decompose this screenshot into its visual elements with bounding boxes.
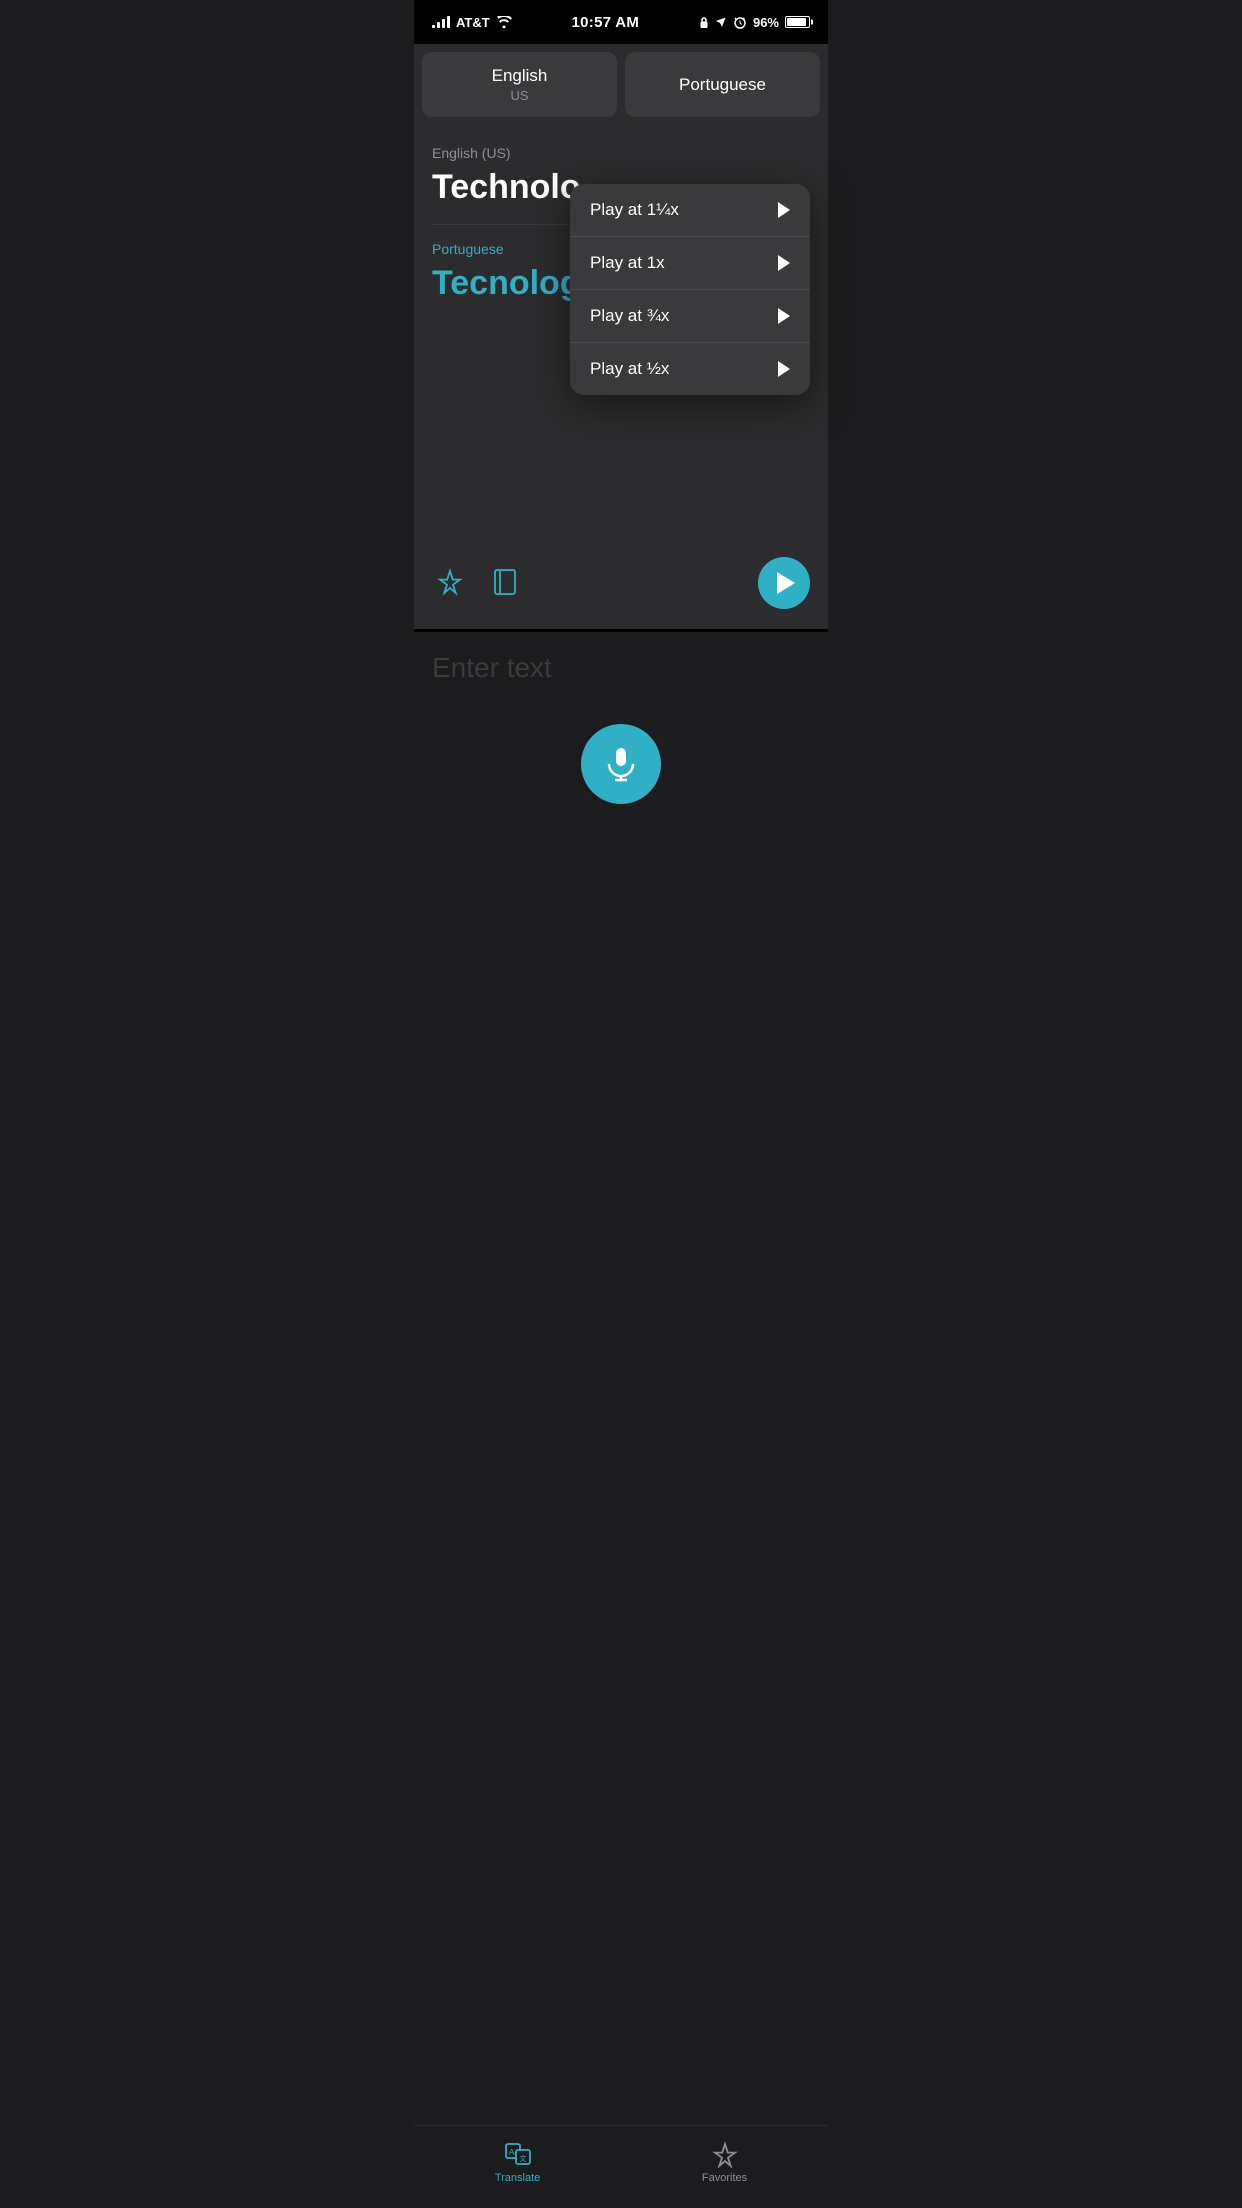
wifi-icon (496, 16, 512, 28)
book-icon (492, 568, 518, 596)
translate-nav-icon: A 文 (504, 2140, 532, 2168)
target-lang-name: Portuguese (635, 75, 810, 95)
enter-text-placeholder[interactable]: Enter text (432, 652, 810, 684)
bottom-nav: A 文 Translate Favorites (414, 2125, 828, 2208)
target-language-button[interactable]: Portuguese (625, 52, 820, 117)
speed-menu-item-1x25[interactable]: Play at 1¼x (570, 184, 810, 237)
favorites-nav-icon (711, 2140, 739, 2168)
speed-label-0x5: Play at ½x (590, 359, 669, 379)
translation-area: English (US) Technolo Portuguese Tecnolo… (414, 125, 828, 629)
nav-translate[interactable]: A 文 Translate (475, 2136, 560, 2188)
favorite-button[interactable] (432, 564, 468, 603)
battery-icon (785, 16, 810, 28)
source-language-label: English (US) (432, 145, 810, 161)
play-icon-0x75 (778, 308, 790, 324)
location-icon (715, 16, 727, 28)
status-bar: AT&T 10:57 AM 96% (414, 0, 828, 44)
play-icon-1x25 (778, 202, 790, 218)
status-left: AT&T (432, 15, 512, 30)
svg-text:A: A (509, 2148, 515, 2157)
nav-favorites[interactable]: Favorites (682, 2136, 767, 2188)
speed-menu-item-0x75[interactable]: Play at ¾x (570, 290, 810, 343)
source-lang-region: US (432, 88, 607, 103)
action-bar (414, 545, 828, 629)
signal-icon (432, 16, 450, 28)
svg-text:文: 文 (519, 2154, 526, 2163)
flashcard-button[interactable] (488, 564, 522, 603)
star-icon (436, 568, 464, 596)
source-lang-name: English (432, 66, 607, 86)
status-time: 10:57 AM (571, 14, 639, 31)
input-area[interactable]: Enter text (414, 629, 828, 829)
play-icon-1x (778, 255, 790, 271)
translation-wrapper: English (US) Technolo Portuguese Tecnolo… (414, 125, 828, 629)
translation-card: English (US) Technolo Portuguese Tecnolo… (414, 125, 828, 545)
carrier-label: AT&T (456, 15, 490, 30)
speed-menu-item-1x[interactable]: Play at 1x (570, 237, 810, 290)
source-language-button[interactable]: English US (422, 52, 617, 117)
mic-icon (603, 746, 639, 782)
mic-area (432, 724, 810, 804)
speed-label-1x25: Play at 1¼x (590, 200, 679, 220)
alarm-icon (733, 15, 747, 29)
language-selector: English US Portuguese (414, 44, 828, 125)
lock-icon (699, 16, 709, 29)
mic-button[interactable] (581, 724, 661, 804)
translate-nav-label: Translate (495, 2172, 540, 2184)
speed-menu-popup: Play at 1¼x Play at 1x Play at ¾x Play a… (570, 184, 810, 395)
speed-label-0x75: Play at ¾x (590, 306, 669, 326)
play-triangle-icon (777, 572, 795, 594)
favorites-nav-label: Favorites (702, 2172, 747, 2184)
play-button[interactable] (758, 557, 810, 609)
speed-label-1x: Play at 1x (590, 253, 665, 273)
play-icon-0x5 (778, 361, 790, 377)
speed-menu-item-0x5[interactable]: Play at ½x (570, 343, 810, 395)
status-right: 96% (699, 15, 810, 30)
battery-percent: 96% (753, 15, 779, 30)
action-icons-left (432, 564, 522, 603)
